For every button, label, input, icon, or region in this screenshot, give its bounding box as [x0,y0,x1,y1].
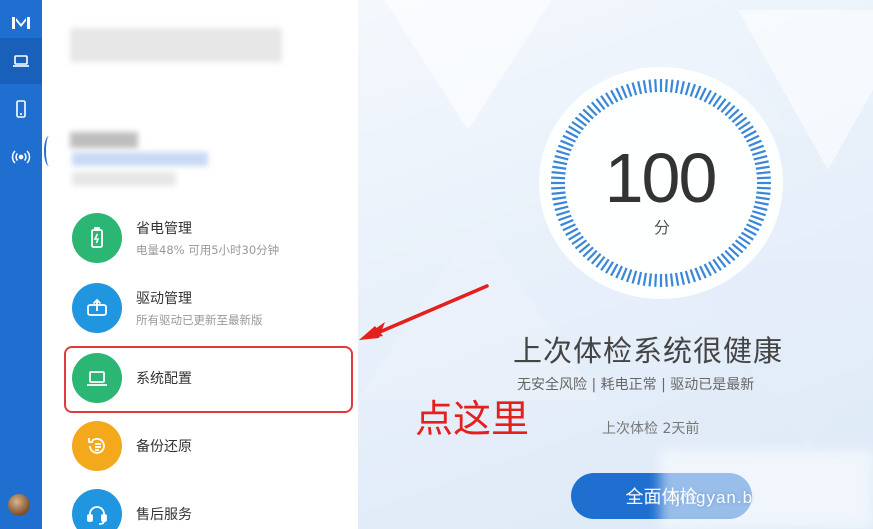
ring-tick [669,273,674,287]
profile-indicator [44,136,54,166]
ring-tick [551,176,566,180]
menu-item-subtitle: 电量48% 可用5小时30分钟 [136,243,280,257]
driver-upload-icon [72,283,122,333]
ring-tick [664,79,668,93]
menu-item-power-management[interactable]: 省电管理 电量48% 可用5小时30分钟 [72,206,342,270]
battery-icon [72,213,122,263]
last-check-time: 上次体检 2天前 [602,421,700,437]
blurred-device-name [70,28,282,62]
annotation-label: 点这里 [415,397,530,441]
ring-tick [551,186,566,190]
ring-tick [756,171,771,175]
ring-tick [664,273,668,287]
ring-tick [648,273,653,287]
menu-item-title: 售后服务 [136,507,192,523]
ring-tick [648,79,653,93]
ring-tick [756,176,771,180]
menu-item-title: 驱动管理 [136,291,192,307]
phone-icon[interactable] [0,86,42,132]
backup-restore-icon [72,421,122,471]
laptop-icon[interactable] [0,38,42,84]
menu-item-title: 省电管理 [136,221,192,237]
nav-rail [0,0,42,529]
health-score: 100 [604,139,718,217]
ring-tick [669,79,674,93]
ring-tick [551,191,566,195]
ring-tick [551,171,566,175]
menu-item-title: 备份还原 [136,439,192,455]
menu-item-driver-management[interactable]: 驱动管理 所有驱动已更新至最新版 [72,276,342,340]
ring-tick [756,191,771,195]
blurred-user-detail [72,172,176,186]
background-triangle [378,0,558,130]
score-unit: 分 [653,218,670,237]
blurred-user-info [72,152,208,166]
menu-item-backup-restore[interactable]: 备份还原 [72,414,342,478]
health-status-detail: 无安全风险 | 耗电正常 | 驱动已是最新 [517,377,755,393]
ring-tick [756,186,771,190]
headset-icon [72,489,122,529]
ring-tick [654,79,658,93]
watermark-text: jingyan.b [676,488,754,507]
blurred-user-name [70,132,138,148]
ring-tick [654,273,658,287]
broadcast-icon[interactable] [0,134,42,180]
menu-item-subtitle: 所有驱动已更新至最新版 [136,313,263,327]
annotation-arrow [359,284,489,340]
highlight-box [64,346,353,413]
menu-item-after-sales[interactable]: 售后服务 [72,482,342,529]
health-status-title: 上次体检系统很健康 [513,334,784,368]
avatar[interactable] [8,494,30,516]
app-window: 省电管理 电量48% 可用5小时30分钟 驱动管理 所有驱动已更新至最新版 系统… [0,0,873,529]
